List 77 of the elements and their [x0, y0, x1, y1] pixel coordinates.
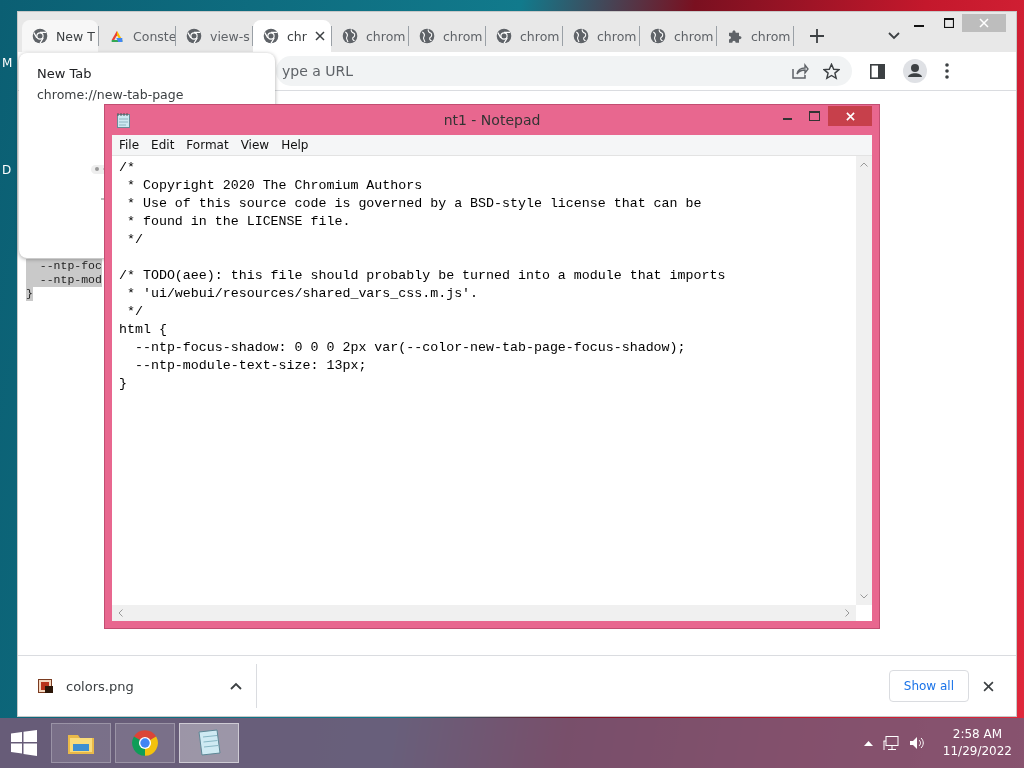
browser-tab[interactable]: chrom: [640, 20, 716, 52]
address-bar[interactable]: ype a URL: [276, 56, 852, 86]
code-line: --ntp-module-text-size: 13px;: [133, 357, 368, 375]
code-line: --ntp-focus-shadow: 0 0 0 2px var(--color-new-tab-page-focus-shadow);: [133, 339, 687, 357]
code-line: html {: [119, 321, 168, 339]
desktop-icon-label[interactable]: D: [2, 163, 12, 177]
menu-icon[interactable]: [945, 63, 949, 79]
notepad-icon: [116, 112, 132, 128]
caret-up-icon[interactable]: [230, 682, 242, 690]
menu-item[interactable]: View: [234, 138, 276, 152]
maximize-icon[interactable]: [944, 18, 954, 28]
code-line: }: [119, 375, 128, 393]
puzzle-icon: [727, 28, 743, 44]
tab-preview-url: chrome://new-tab-page: [36, 86, 185, 102]
arrow-right-icon: [845, 609, 850, 617]
network-icon[interactable]: [882, 735, 899, 751]
browser-tab[interactable]: chr: [253, 20, 331, 52]
arrow-up-icon: [860, 162, 868, 167]
clock-time[interactable]: 2:58 AM: [942, 726, 1012, 743]
plus-icon[interactable]: [810, 29, 824, 43]
side-panel-icon[interactable]: [870, 63, 885, 79]
browser-tab[interactable]: chrom: [332, 20, 408, 52]
taskbar-button[interactable]: [115, 723, 175, 763]
browser-tab[interactable]: chrom: [409, 20, 485, 52]
browser-tab[interactable]: New T: [22, 20, 98, 52]
image-file-icon: [38, 678, 54, 694]
menu-item[interactable]: Help: [275, 138, 315, 152]
close-icon[interactable]: [983, 680, 994, 692]
arrow-down-icon: [860, 594, 868, 599]
globe-icon: [573, 28, 589, 44]
share-icon[interactable]: [791, 62, 809, 80]
browser-tab[interactable]: chrom: [563, 20, 639, 52]
taskbar-button[interactable]: [179, 723, 239, 763]
code-line: * 'ui/webui/resources/shared_vars_css.m.js'.: [125, 285, 480, 303]
browser-tab[interactable]: Conste: [99, 20, 175, 52]
chrome-logo-icon: [263, 28, 279, 44]
windows-logo-icon[interactable]: [11, 730, 37, 756]
browser-tab[interactable]: chrom: [486, 20, 562, 52]
code-line: */: [125, 303, 144, 321]
code-line: * Use of this source code is governed by a BSD-style license that can be: [125, 195, 703, 213]
star-icon[interactable]: [823, 62, 840, 80]
tab-preview-title: New Tab: [36, 65, 93, 81]
code-line: /* TODO(aee): this file should probably be turned into a module that imports: [119, 267, 727, 285]
desktop-icon-label[interactable]: M: [2, 56, 13, 70]
menu-item[interactable]: File: [113, 138, 146, 152]
show-all-button[interactable]: Show all: [888, 670, 969, 702]
address-input[interactable]: ype a URL: [280, 62, 777, 80]
browser-tab[interactable]: view-s: [176, 20, 252, 52]
globe-icon: [650, 28, 666, 44]
code-line: /*: [119, 159, 136, 177]
code-line: */: [125, 231, 144, 249]
vertical-scrollbar[interactable]: [856, 156, 872, 605]
globe-icon: [342, 28, 358, 44]
horizontal-scrollbar[interactable]: [112, 605, 856, 621]
profile-avatar-icon[interactable]: [903, 59, 927, 83]
close-icon[interactable]: [315, 31, 325, 41]
close-button[interactable]: [828, 106, 872, 126]
chrome-logo-icon: [496, 28, 512, 44]
chrome-logo-icon: [129, 727, 161, 759]
close-icon: [979, 18, 989, 28]
window-title: nt1 - Notepad: [443, 112, 541, 128]
browser-tab[interactable]: chrom: [717, 20, 793, 52]
caret-up-icon[interactable]: [863, 740, 873, 746]
taskbar-button[interactable]: [51, 723, 111, 763]
chrome-logo-icon: [32, 28, 48, 44]
close-icon: [845, 111, 855, 121]
code-line: * Copyright 2020 The Chromium Authors: [125, 177, 424, 195]
menu-item[interactable]: Format: [180, 138, 235, 152]
chrome-logo-icon: [186, 28, 202, 44]
speaker-icon[interactable]: [908, 736, 925, 750]
globe-icon: [419, 28, 435, 44]
chevron-down-icon[interactable]: [888, 32, 900, 40]
arrow-left-icon: [118, 609, 123, 617]
code-line: * found in the LICENSE file.: [125, 213, 352, 231]
menu-item[interactable]: Edit: [145, 138, 181, 152]
clock-date[interactable]: 11/29/2022: [942, 743, 1012, 760]
download-item[interactable]: colors.png: [18, 664, 257, 708]
